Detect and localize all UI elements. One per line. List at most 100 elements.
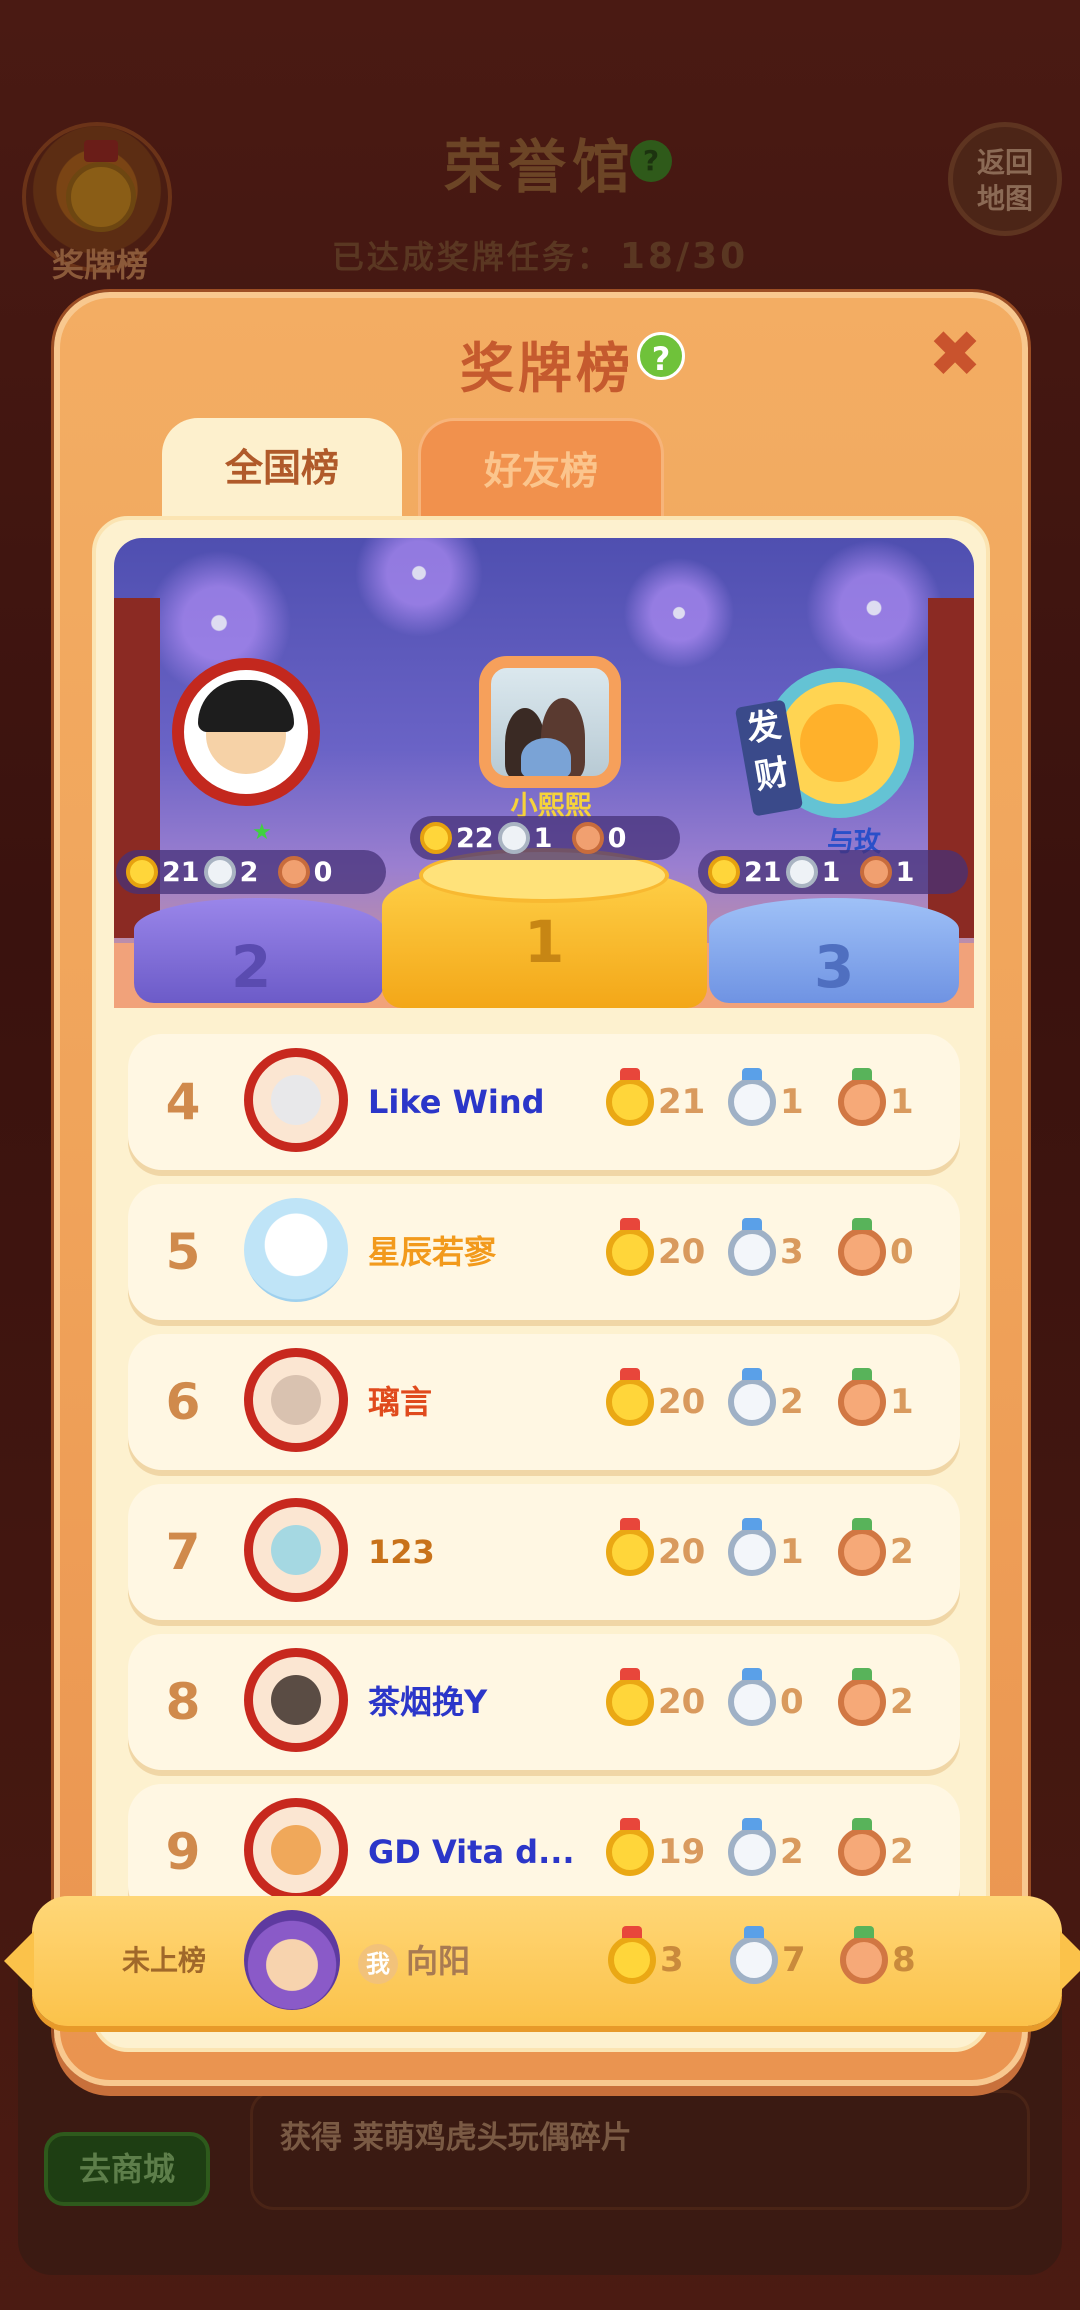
gold-count: 21 (744, 856, 782, 888)
my-avatar[interactable] (244, 1910, 340, 2010)
bronze-medal-icon (838, 1218, 886, 1276)
back-to-map-label: 返回 地图 (976, 146, 1033, 215)
gold-count: 21 (658, 1082, 706, 1122)
gold-medal-icon (708, 856, 740, 888)
help-icon[interactable]: ? (637, 332, 685, 380)
silver-count: 2 (780, 1832, 804, 1872)
avatar[interactable] (244, 1798, 348, 1902)
bronze-medal-icon (859, 856, 892, 888)
gold-medal-icon (606, 1518, 654, 1576)
reward-text: 获得 莱萌鸡虎头玩偶碎片 (280, 2120, 632, 2156)
task-progress: 已达成奖牌任务： 18/30 (0, 232, 1080, 278)
podium-rank-2: 2 (231, 933, 272, 1001)
silver-count: 1 (533, 822, 553, 854)
my-rank-bar: 未上榜 我 向阳 3 7 8 (4, 1896, 1080, 2026)
gold-count: 20 (658, 1682, 706, 1722)
podium-rank-3: 3 (814, 933, 855, 1001)
close-icon[interactable]: ✖ (920, 320, 990, 390)
silver-medal-icon (728, 1518, 776, 1576)
table-row[interactable]: 4 Like Wind 21 1 1 (128, 1034, 960, 1170)
silver-count: 1 (821, 856, 841, 888)
avatar-image (271, 1825, 321, 1875)
podium-2-avatar[interactable] (172, 658, 320, 806)
row-medals: 20 2 1 (606, 1368, 948, 1426)
bronze-medal-icon (571, 822, 604, 854)
silver-medal-icon (497, 822, 530, 854)
firework-decoration (344, 538, 494, 648)
gold-medal-icon (606, 1818, 654, 1876)
sun-icon (800, 704, 878, 782)
silver-count: 1 (780, 1082, 804, 1122)
gold-medal-icon (606, 1668, 654, 1726)
avatar-image (271, 1525, 321, 1575)
silver-count: 7 (782, 1940, 806, 1980)
silver-medal-icon (728, 1068, 776, 1126)
table-row[interactable]: 8 茶烟挽Y 20 0 2 (128, 1634, 960, 1770)
gold-medal-icon (608, 1926, 656, 1984)
bronze-count: 2 (890, 1832, 914, 1872)
bronze-medal-icon (838, 1368, 886, 1426)
bronze-count: 1 (890, 1082, 914, 1122)
row-name: 星辰若寥 (368, 1233, 497, 1271)
firework-decoration (614, 548, 744, 678)
bronze-count: 0 (313, 856, 333, 888)
row-rank: 4 (165, 1073, 201, 1131)
avatar-hair (198, 680, 294, 732)
silver-medal-icon (728, 1668, 776, 1726)
row-rank: 8 (165, 1673, 201, 1731)
gold-count: 20 (658, 1382, 706, 1422)
avatar-image (271, 1075, 321, 1125)
gold-medal-icon (606, 1218, 654, 1276)
table-row[interactable]: 7 123 20 1 2 (128, 1484, 960, 1620)
gold-count: 20 (658, 1532, 706, 1572)
bronze-count: 1 (895, 856, 915, 888)
gold-medal-icon (126, 856, 158, 888)
avatar[interactable] (244, 1648, 348, 1752)
bronze-medal-icon (838, 1518, 886, 1576)
avatar[interactable] (244, 1048, 348, 1152)
row-medals: 20 1 2 (606, 1518, 948, 1576)
row-rank: 7 (165, 1523, 201, 1581)
podium-rank-1: 1 (524, 908, 565, 976)
silver-medal-icon (728, 1368, 776, 1426)
podium-3-medals: 21 1 1 (698, 850, 968, 894)
silver-medal-icon (728, 1218, 776, 1276)
row-name: 璃言 (368, 1383, 433, 1421)
silver-count: 3 (780, 1232, 804, 1272)
bronze-medal-icon (840, 1926, 888, 1984)
gold-count: 20 (658, 1232, 706, 1272)
my-rank-status: 未上榜 (122, 1944, 207, 1977)
row-rank: 6 (165, 1373, 201, 1431)
avatar[interactable] (244, 1348, 348, 1452)
row-medals: 20 0 2 (606, 1668, 948, 1726)
row-rank: 5 (165, 1223, 201, 1281)
avatar[interactable] (244, 1198, 348, 1302)
my-name: 向阳 (406, 1942, 471, 1980)
gold-count: 21 (162, 856, 200, 888)
bronze-count: 8 (892, 1940, 916, 1980)
gold-medal-icon (420, 822, 452, 854)
row-name: 茶烟挽Y (368, 1683, 488, 1721)
row-medals: 20 3 0 (606, 1218, 948, 1276)
me-badge: 我 (358, 1944, 398, 1984)
back-to-map-button: 返回 地图 (948, 122, 1062, 236)
bronze-count: 2 (890, 1682, 914, 1722)
table-row[interactable]: 5 星辰若寥 20 3 0 (128, 1184, 960, 1320)
avatar-person (521, 738, 571, 776)
silver-medal-icon (785, 856, 818, 888)
podium-1-avatar[interactable] (479, 656, 621, 788)
podium-1-medals: 22 1 0 (410, 816, 680, 860)
tab-friends[interactable]: 好友榜 (418, 418, 664, 526)
task-progress-value: 18/30 (619, 236, 749, 277)
avatar-image (271, 1375, 321, 1425)
gold-count: 22 (456, 822, 494, 854)
bronze-medal-icon (838, 1818, 886, 1876)
avatar-image (271, 1675, 321, 1725)
silver-medal-icon (730, 1926, 778, 1984)
tab-national[interactable]: 全国榜 (162, 418, 402, 526)
avatar[interactable] (244, 1498, 348, 1602)
task-progress-label: 已达成奖牌任务： (331, 238, 612, 276)
bronze-count: 2 (890, 1532, 914, 1572)
table-row[interactable]: 6 璃言 20 2 1 (128, 1334, 960, 1470)
gold-medal-icon (606, 1068, 654, 1126)
